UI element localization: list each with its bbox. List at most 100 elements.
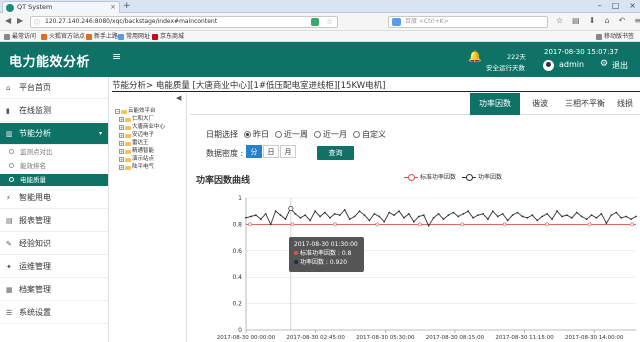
pf-point[interactable] [551, 218, 553, 221]
chart-tooltip: 2017-08-30 01:30:00 标准功率因数 : 0.8 功率因数 : … [289, 237, 364, 272]
pf-point[interactable] [373, 212, 376, 215]
pf-point[interactable] [447, 214, 450, 217]
y-tick-label: 1 [238, 195, 242, 202]
pf-point[interactable] [556, 210, 558, 213]
pf-point[interactable] [516, 211, 519, 214]
tooltip-time: 2017-08-30 01:30:00 [294, 241, 358, 248]
pf-point[interactable] [324, 211, 326, 214]
x-tick-label: 2017-08-30 14:00:00 [565, 335, 624, 341]
pf-point[interactable] [269, 223, 272, 226]
pf-point[interactable] [595, 216, 598, 219]
pf-point[interactable] [462, 212, 465, 215]
hover-point[interactable] [288, 206, 294, 212]
pf-point[interactable] [605, 222, 608, 224]
pf-point[interactable] [304, 214, 307, 217]
pf-point[interactable] [585, 218, 588, 221]
pf-point[interactable] [333, 212, 336, 215]
pf-point[interactable] [378, 215, 381, 218]
pf-point[interactable] [299, 216, 302, 219]
y-tick-label: 0.4 [232, 274, 242, 281]
pf-point[interactable] [383, 220, 386, 223]
pf-point[interactable] [412, 220, 415, 223]
tooltip-std-line: 标准功率因数 : 0.8 [294, 249, 359, 258]
pf-point[interactable] [610, 214, 613, 217]
pf-point[interactable] [491, 210, 494, 213]
pf-point[interactable] [279, 214, 282, 217]
pf-point[interactable] [561, 215, 563, 218]
std-pf-point[interactable] [248, 222, 252, 227]
pf-point[interactable] [467, 210, 470, 213]
pf-point[interactable] [526, 216, 529, 219]
std-pf-point[interactable] [545, 222, 550, 227]
pf-point[interactable] [363, 214, 366, 217]
pf-point[interactable] [250, 215, 252, 218]
pf-point[interactable] [348, 218, 351, 221]
pf-point[interactable] [575, 211, 578, 214]
pf-point[interactable] [442, 218, 445, 221]
pf-point[interactable] [432, 216, 435, 219]
pf-point[interactable] [496, 215, 499, 218]
pf-point[interactable] [329, 216, 331, 219]
pf-point[interactable] [353, 215, 356, 218]
pf-point[interactable] [536, 219, 539, 222]
pf-point[interactable] [477, 214, 479, 217]
std-pf-point[interactable] [375, 222, 380, 227]
std-pf-point[interactable] [460, 222, 465, 227]
pf-point[interactable] [457, 215, 460, 218]
pf-point[interactable] [274, 210, 277, 213]
pf-point[interactable] [343, 208, 346, 211]
pf-point[interactable] [245, 216, 247, 219]
pf-point[interactable] [403, 216, 405, 219]
pf-point[interactable] [625, 215, 628, 218]
pf-point[interactable] [615, 211, 618, 214]
std-pf-point[interactable] [290, 222, 295, 227]
pf-point[interactable] [635, 215, 637, 218]
pf-point[interactable] [427, 224, 430, 227]
pf-point[interactable] [472, 216, 474, 219]
pf-point[interactable] [501, 212, 504, 215]
x-tick-label: 2017-08-30 00:00:00 [217, 335, 276, 341]
pf-point[interactable] [388, 211, 391, 214]
pf-point[interactable] [511, 214, 514, 217]
pf-point[interactable] [570, 216, 573, 219]
pf-point[interactable] [408, 212, 410, 215]
pf-point[interactable] [521, 215, 524, 218]
x-tick-label: 2017-08-30 11:15:00 [495, 335, 554, 341]
pf-point[interactable] [482, 212, 484, 215]
pf-point[interactable] [284, 218, 287, 221]
pf-point[interactable] [546, 212, 549, 215]
pf-point[interactable] [452, 211, 455, 214]
pf-point[interactable] [600, 212, 603, 215]
pf-point[interactable] [368, 219, 371, 222]
pf-point[interactable] [531, 214, 534, 217]
pf-point[interactable] [565, 214, 568, 217]
pf-point[interactable] [620, 216, 623, 219]
pf-point[interactable] [422, 214, 425, 217]
pf-point[interactable] [319, 215, 321, 218]
pf-point[interactable] [417, 215, 420, 218]
pf-point[interactable] [393, 214, 396, 217]
pf-point[interactable] [398, 210, 400, 213]
std-pf-point[interactable] [502, 222, 507, 227]
std-pf-point[interactable] [332, 222, 337, 227]
std-pf-point[interactable] [417, 222, 422, 227]
y-tick-label: 0 [238, 327, 242, 334]
pf-point[interactable] [630, 218, 632, 221]
pf-point[interactable] [309, 219, 312, 222]
pf-point[interactable] [580, 215, 583, 218]
pf-point[interactable] [254, 214, 257, 217]
pf-point[interactable] [358, 210, 361, 213]
std-pf-point[interactable] [587, 222, 592, 227]
pf-point[interactable] [437, 212, 440, 215]
pf-point[interactable] [314, 210, 317, 213]
pf-point[interactable] [486, 218, 489, 221]
pf-point[interactable] [338, 214, 341, 217]
pf-point[interactable] [294, 212, 297, 215]
pf-point[interactable] [264, 212, 267, 215]
pf-point[interactable] [259, 218, 262, 221]
pf-point[interactable] [590, 214, 593, 217]
std-pf-point[interactable] [630, 222, 634, 227]
pf-point[interactable] [506, 219, 509, 222]
x-tick-label: 2017-08-30 08:15:00 [426, 335, 485, 341]
pf-point[interactable] [541, 215, 544, 218]
